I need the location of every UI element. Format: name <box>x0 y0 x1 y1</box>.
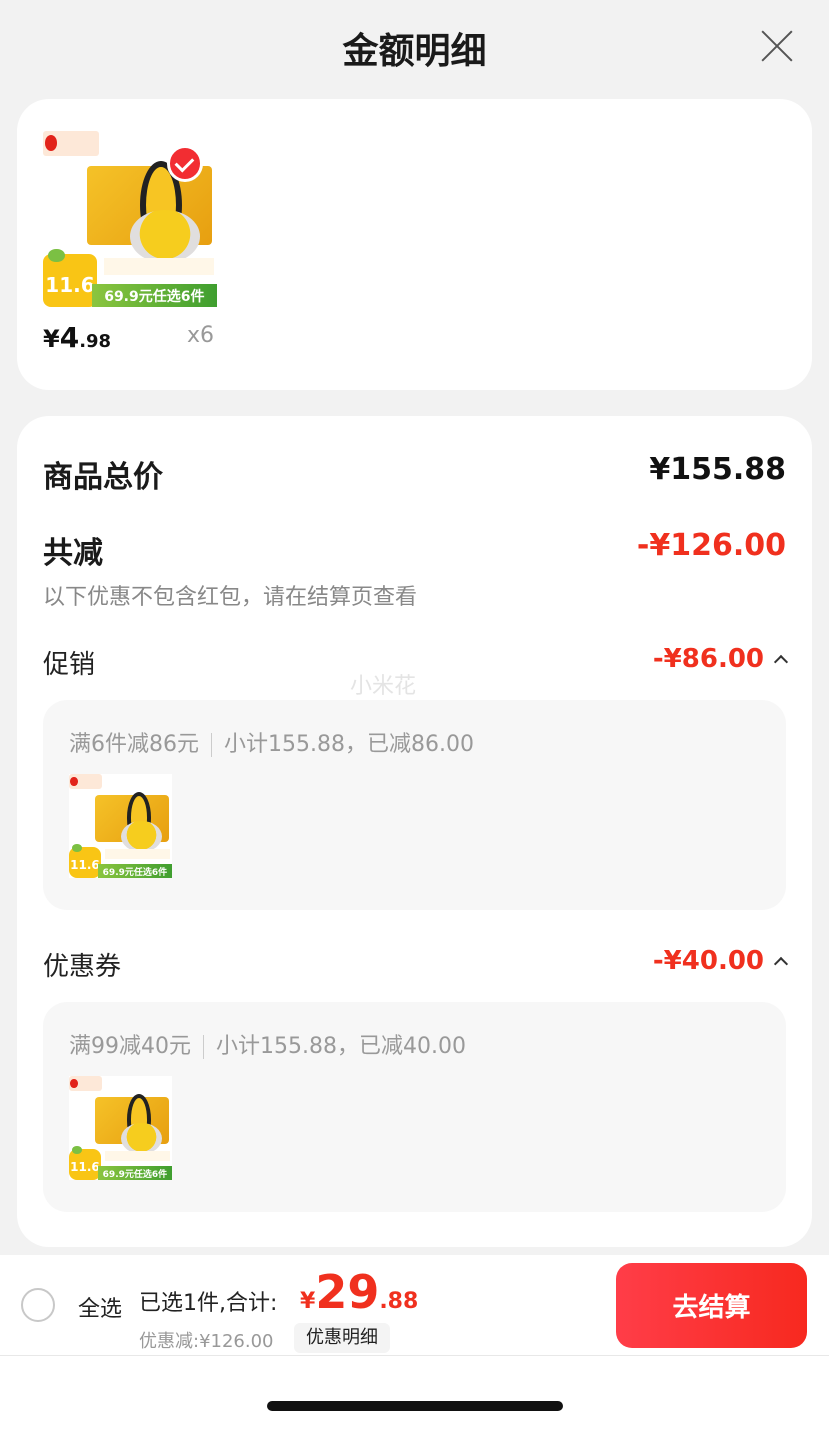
coupon-row[interactable]: 优惠券 -¥40.00 <box>43 946 789 982</box>
product-price: ¥4.98 <box>43 321 112 354</box>
select-all-radio[interactable] <box>21 1288 55 1322</box>
check-icon[interactable] <box>166 145 204 183</box>
total-value: ¥155.88 <box>649 452 786 487</box>
chevron-up-icon <box>773 956 789 972</box>
close-icon[interactable] <box>759 28 795 64</box>
coupon-value[interactable]: -¥40.00 <box>653 946 789 976</box>
total-label: 商品总价 <box>43 460 163 495</box>
product-image[interactable]: 11.6 69.9元任选6件 <box>43 131 217 307</box>
promo-strip: 69.9元任选6件 <box>91 284 217 307</box>
checkout-button[interactable]: 去结算 <box>616 1263 807 1348</box>
total-row: 商品总价 ¥155.88 <box>43 452 786 495</box>
price-badge: 11.6 <box>43 248 97 307</box>
home-indicator <box>267 1401 563 1411</box>
discount-amount: 优惠减:¥126.00 <box>139 1331 274 1352</box>
promo-product-image[interactable]: 11.6 69.9元任选6件 <box>69 774 172 878</box>
product-quantity: x6 <box>187 323 215 348</box>
discount-hint: 以下优惠不包含红包，请在结算页查看 <box>43 585 418 610</box>
promo-desc: 满6件减86元 小计155.88，已减86.00 <box>69 732 474 757</box>
amount-detail-sheet: 金额明细 11.6 69.9元任选6件 ¥4.98 x6 商品总价 ¥155.8… <box>0 0 829 1255</box>
product-card: 11.6 69.9元任选6件 ¥4.98 x6 <box>17 99 812 390</box>
watermark: 小米花 <box>350 674 417 699</box>
promo-detail-box: 满6件减86元 小计155.88，已减86.00 11.6 69.9元任选6件 <box>43 700 786 910</box>
reduce-row: 共减 -¥126.00 <box>43 528 786 571</box>
checkout-bar: 全选 已选1件,合计: ¥29.88 优惠减:¥126.00 优惠明细 去结算 <box>0 1255 829 1355</box>
sheet-title: 金额明细 <box>342 31 487 72</box>
selected-count: 已选1件,合计: <box>139 1291 278 1316</box>
promo-label: 促销 <box>43 650 96 680</box>
coupon-label: 优惠券 <box>43 952 122 982</box>
discount-detail-button[interactable]: 优惠明细 <box>294 1323 390 1353</box>
summary-card: 商品总价 ¥155.88 共减 -¥126.00 以下优惠不包含红包，请在结算页… <box>17 416 812 1247</box>
reduce-value: -¥126.00 <box>636 528 786 563</box>
select-all-label[interactable]: 全选 <box>78 1291 122 1323</box>
total-amount: ¥29.88 <box>300 1265 419 1319</box>
reduce-label: 共减 <box>43 536 103 571</box>
coupon-product-image[interactable]: 11.6 69.9元任选6件 <box>69 1076 172 1180</box>
chevron-up-icon <box>773 654 789 670</box>
promo-value[interactable]: -¥86.00 <box>653 644 789 674</box>
coupon-desc: 满99减40元 小计155.88，已减40.00 <box>69 1034 466 1059</box>
brand-logo <box>43 131 99 156</box>
coupon-detail-box: 满99减40元 小计155.88，已减40.00 11.6 69.9元任选6件 <box>43 1002 786 1212</box>
